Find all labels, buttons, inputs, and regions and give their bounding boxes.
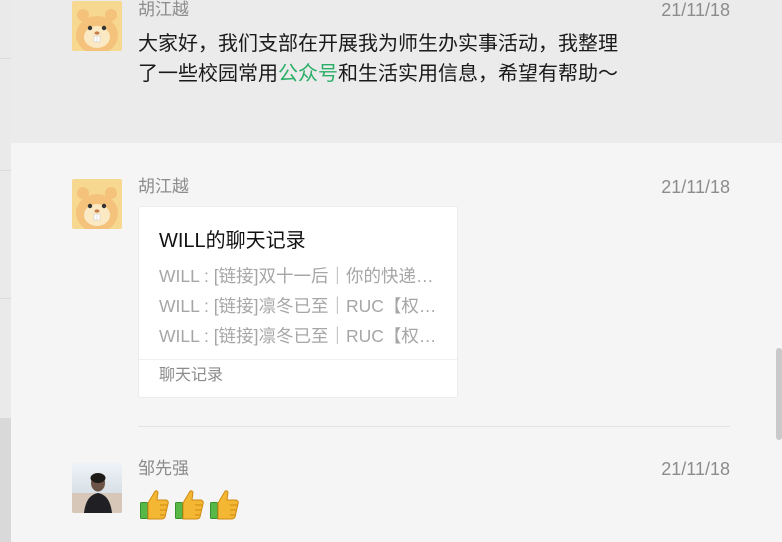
sender-avatar[interactable] — [72, 1, 122, 51]
card-line: WILL : [链接]凛冬已至｜RUC【权… — [159, 326, 437, 346]
emoji-row — [138, 487, 241, 521]
card-title: WILL的聊天记录 — [159, 230, 306, 252]
sender-avatar[interactable] — [72, 179, 122, 229]
person-photo-avatar-icon — [72, 463, 122, 513]
card-divider — [139, 359, 457, 360]
text-segment: 和生活实用信息，希望有帮助～ — [338, 63, 618, 85]
sender-name: 胡江越 — [138, 0, 189, 19]
chat-scrollbar[interactable] — [776, 348, 782, 440]
list-divider — [0, 170, 11, 171]
thumbs-up-icon — [175, 490, 204, 520]
sender-name: 胡江越 — [138, 177, 189, 196]
message-time: 21/11/18 — [661, 0, 730, 20]
message-time: 21/11/18 — [661, 459, 730, 479]
chat-message[interactable]: 胡江越 21/11/18 WILL的聊天记录 WILL : [链接]双十一后｜你… — [11, 143, 782, 433]
card-line: WILL : [链接]凛冬已至｜RUC【权… — [159, 296, 437, 316]
conversation-list-selected[interactable] — [0, 418, 11, 542]
thumbs-up-icon — [140, 490, 169, 520]
chat-message[interactable]: 邹先强 21/11/18 — [11, 433, 782, 542]
chat-history-card[interactable]: WILL的聊天记录 WILL : [链接]双十一后｜你的快递… WILL : [… — [138, 206, 458, 398]
sender-avatar[interactable] — [72, 463, 122, 513]
card-line: WILL : [链接]双十一后｜你的快递… — [159, 266, 434, 286]
list-divider — [0, 298, 11, 299]
message-time: 21/11/18 — [661, 177, 730, 197]
list-divider — [0, 58, 11, 59]
sender-name: 邹先强 — [138, 459, 189, 478]
message-text: 大家好，我们支部在开展我为师生办实事活动，我整理了一些校园常用公众号和生活实用信… — [138, 29, 628, 89]
hamster-avatar-icon — [72, 1, 122, 51]
card-footer-label: 聊天记录 — [159, 367, 224, 384]
hamster-avatar-icon — [72, 179, 122, 229]
thumbs-up-icon — [210, 490, 239, 520]
official-account-link[interactable]: 公众号 — [278, 63, 338, 85]
message-divider — [138, 426, 730, 427]
chat-message[interactable]: 胡江越 21/11/18 大家好，我们支部在开展我为师生办实事活动，我整理了一些… — [11, 0, 782, 143]
